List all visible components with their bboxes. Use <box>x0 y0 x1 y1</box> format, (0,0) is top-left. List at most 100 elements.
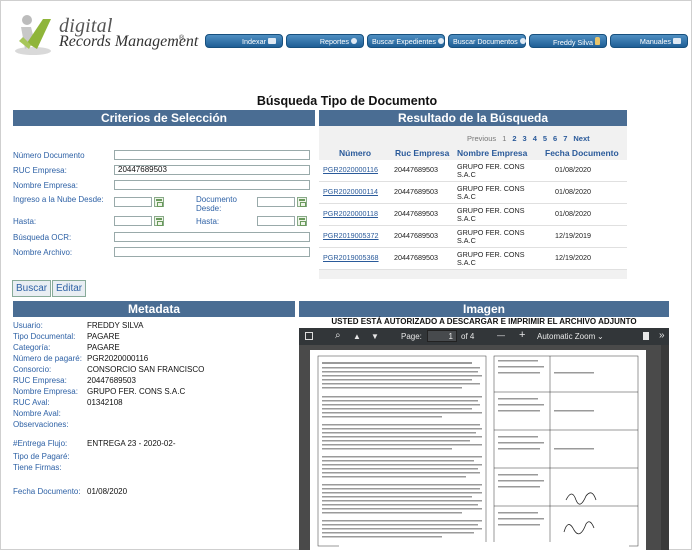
search-icon <box>437 38 444 44</box>
documento-hasta-input[interactable] <box>257 216 295 226</box>
meta-label-ruc-aval: RUC Aval: <box>13 398 50 407</box>
col-header-empresa[interactable]: Nombre Empresa <box>457 148 527 158</box>
viewer-scrollbar[interactable] <box>661 345 669 550</box>
zoom-out-button[interactable]: — <box>497 331 505 340</box>
row-empresa: GRUPO FER. CONS S.A.C <box>457 162 525 179</box>
nav-user-button[interactable]: Freddy Silva <box>529 34 607 48</box>
row-ruc: 20447689503 <box>394 253 438 262</box>
row-empresa: GRUPO FER. CONS S.A.C <box>457 228 525 245</box>
ingreso-desde-input[interactable] <box>114 197 152 207</box>
page-number-input[interactable]: 1 <box>427 330 457 342</box>
buscar-button[interactable]: Buscar <box>12 280 52 297</box>
meta-label-consorcio: Consorcio: <box>13 365 52 374</box>
pager-page[interactable]: 3 <box>523 134 527 143</box>
nombre-empresa-input[interactable] <box>114 180 310 190</box>
pdf-page <box>310 350 646 550</box>
calendar-icon[interactable] <box>297 197 307 207</box>
pdf-viewer: ⌕ ▲ ▼ Page: 1 of 4 — + Automatic Zoom ⌄ … <box>299 328 669 550</box>
ruc-empresa-input[interactable]: 20447689503 <box>114 165 310 175</box>
table-row[interactable]: PGR2019005368 20447689503 GRUPO FER. CON… <box>319 248 627 270</box>
nav-reportes-button[interactable]: Reportes <box>286 34 364 48</box>
top-nav: Indexar Reportes Buscar Expedientes Busc… <box>205 34 688 48</box>
app-window: digital Records Management ® Indexar Rep… <box>0 0 692 550</box>
row-empresa: GRUPO FER. CONS S.A.C <box>457 250 525 267</box>
ingreso-hasta-input[interactable] <box>114 216 152 226</box>
pager-page[interactable]: 6 <box>553 134 557 143</box>
editar-button[interactable]: Editar <box>52 280 87 297</box>
meta-label-usuario: Usuario: <box>13 321 43 330</box>
pager-page[interactable]: 7 <box>563 134 567 143</box>
table-row[interactable]: PGR2020000114 20447689503 GRUPO FER. CON… <box>319 182 627 204</box>
row-ruc: 20447689503 <box>394 209 438 218</box>
nav-manuales-button[interactable]: Manuales <box>610 34 688 48</box>
pager-previous[interactable]: Previous <box>467 134 496 143</box>
documento-desde-label: Documento Desde: <box>196 195 237 213</box>
meta-label-numero-pagare: Número de pagaré: <box>13 354 82 363</box>
row-fecha: 12/19/2020 <box>555 253 591 262</box>
row-empresa: GRUPO FER. CONS S.A.C <box>457 184 525 201</box>
pager-page[interactable]: 2 <box>512 134 516 143</box>
calendar-icon[interactable] <box>154 197 164 207</box>
search-icon[interactable]: ⌕ <box>335 330 341 341</box>
col-header-numero[interactable]: Número <box>339 148 371 158</box>
nombre-empresa-label: Nombre Empresa: <box>13 181 78 190</box>
user-icon <box>595 37 600 45</box>
row-numero-link[interactable]: PGR2019005372 <box>323 231 379 240</box>
prev-page-icon[interactable]: ▲ <box>353 332 361 341</box>
table-row[interactable]: PGR2020000118 20447689503 GRUPO FER. CON… <box>319 204 627 226</box>
next-page-icon[interactable]: ▼ <box>371 332 379 341</box>
bookmark-icon[interactable] <box>643 332 649 340</box>
meta-value-usuario: FREDDY SILVA <box>87 321 144 330</box>
results-panel: Previous 1 2 3 4 5 6 7 Next Número Ruc E… <box>319 126 627 279</box>
page-label: Page: <box>401 332 422 341</box>
col-header-ruc[interactable]: Ruc Empresa <box>395 148 449 158</box>
meta-label-tiene-firmas: Tiene Firmas: <box>13 463 62 472</box>
numero-documento-input[interactable] <box>114 150 310 160</box>
documento-desde-input[interactable] <box>257 197 295 207</box>
search-icon <box>519 38 526 44</box>
pager-page[interactable]: 5 <box>543 134 547 143</box>
meta-value-numero-pagare: PGR2020000116 <box>87 354 149 363</box>
calendar-icon[interactable] <box>297 216 307 226</box>
row-fecha: 12/19/2019 <box>555 231 591 240</box>
meta-label-nombre-empresa: Nombre Empresa: <box>13 387 78 396</box>
table-row[interactable]: PGR2019005372 20447689503 GRUPO FER. CON… <box>319 226 627 248</box>
zoom-in-button[interactable]: + <box>519 329 525 341</box>
zoom-select[interactable]: Automatic Zoom <box>537 332 595 341</box>
row-ruc: 20447689503 <box>394 187 438 196</box>
col-header-fecha[interactable]: Fecha Documento <box>545 148 619 158</box>
more-tools-icon[interactable]: » <box>659 330 665 341</box>
row-numero-link[interactable]: PGR2020000114 <box>323 187 378 196</box>
row-ruc: 20447689503 <box>394 165 438 174</box>
nombre-archivo-input[interactable] <box>114 247 310 257</box>
nav-buscar-expedientes-button[interactable]: Buscar Expedientes <box>367 34 445 48</box>
chevron-down-icon: ⌄ <box>597 332 604 341</box>
sidebar-toggle-icon[interactable] <box>305 332 313 340</box>
hasta-label-2: Hasta: <box>196 217 220 226</box>
results-header: Resultado de la Búsqueda <box>319 110 627 126</box>
pager-page[interactable]: 4 <box>533 134 537 143</box>
pager-page[interactable]: 1 <box>502 134 506 143</box>
meta-value-categoria: PAGARE <box>87 343 120 352</box>
row-numero-link[interactable]: PGR2019005368 <box>323 253 379 262</box>
row-numero-link[interactable]: PGR2020000118 <box>323 209 378 218</box>
numero-documento-label: Número Documento <box>13 151 85 160</box>
meta-value-fecha-documento: 01/08/2020 <box>87 487 128 496</box>
monitor-icon <box>268 38 276 44</box>
busqueda-ocr-input[interactable] <box>114 232 310 242</box>
nav-buscar-documentos-button[interactable]: Buscar Documentos <box>448 34 526 48</box>
row-numero-link[interactable]: PGR2020000116 <box>323 165 378 174</box>
help-icon <box>673 38 681 44</box>
meta-label-ruc-empresa: RUC Empresa: <box>13 376 67 385</box>
table-row[interactable]: PGR2020000116 20447689503 GRUPO FER. CON… <box>319 160 627 182</box>
hasta-label: Hasta: <box>13 217 37 226</box>
calendar-icon[interactable] <box>154 216 164 226</box>
pager-next[interactable]: Next <box>573 134 589 143</box>
imagen-header: Imagen <box>299 301 669 317</box>
logo-text-records: Records Management <box>59 33 199 50</box>
nav-indexar-button[interactable]: Indexar <box>205 34 283 48</box>
logo-mark-icon <box>15 15 51 55</box>
busqueda-ocr-label: Búsqueda OCR: <box>13 233 72 242</box>
logo: digital Records Management ® <box>13 11 213 61</box>
row-empresa: GRUPO FER. CONS S.A.C <box>457 206 525 223</box>
